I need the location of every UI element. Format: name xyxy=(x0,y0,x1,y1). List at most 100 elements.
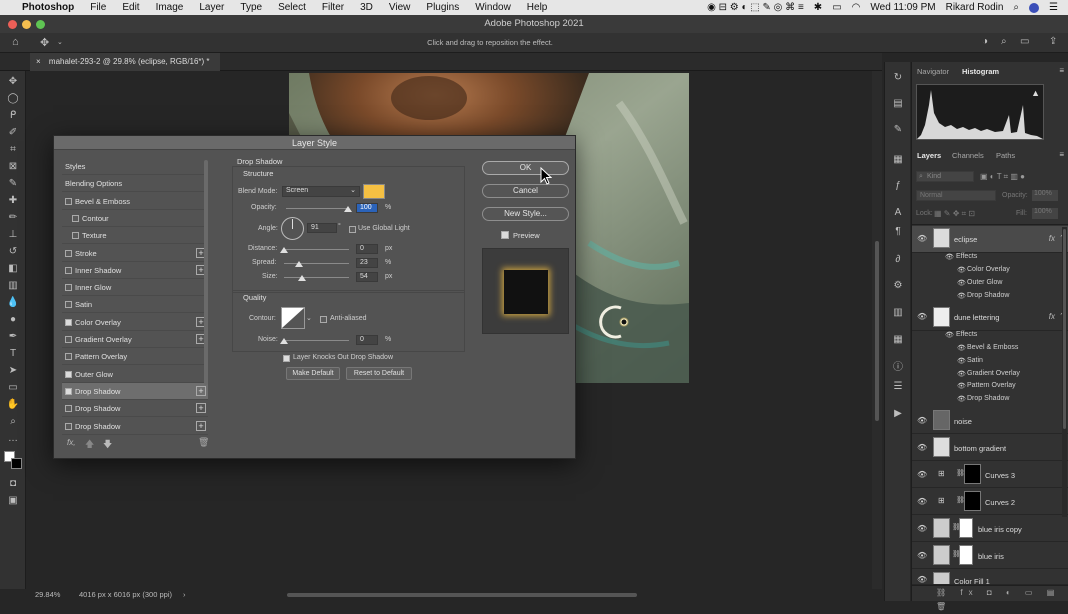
size-slider-knob[interactable] xyxy=(298,275,306,281)
style-item[interactable]: Bevel & Emboss xyxy=(62,193,208,210)
effects-group[interactable]: 👁 Effects xyxy=(912,331,1068,343)
tab-layers[interactable]: Layers xyxy=(917,151,941,160)
contour-picker[interactable] xyxy=(281,307,305,329)
dialog-title[interactable]: Layer Style xyxy=(54,136,575,150)
workspace-icon[interactable]: ▭ xyxy=(1020,36,1029,47)
document-tab[interactable]: × mahalet-293-2 @ 29.8% (eclipse, RGB/16… xyxy=(30,53,220,71)
style-item[interactable]: Satin xyxy=(62,296,208,314)
chevron-right-icon[interactable]: › xyxy=(183,589,186,601)
layer-curves-2[interactable]: 👁 ⊞ ⛓ Curves 2 xyxy=(912,488,1068,515)
layer-filter-icons[interactable]: ▣ ◐ T ⌗ ▥ ● xyxy=(980,172,1025,182)
layer-color-fill-1[interactable]: 👁 Color Fill 1 xyxy=(912,569,1068,585)
menu-select[interactable]: Select xyxy=(278,2,306,13)
effect-row[interactable]: 👁 Color Overlay xyxy=(912,266,1068,278)
noise-slider[interactable] xyxy=(284,340,349,341)
clone-stamp-tool-icon[interactable]: ⊥ xyxy=(6,229,20,241)
blend-mode-select[interactable]: Screen ⌄ xyxy=(282,186,360,197)
distance-slider-knob[interactable] xyxy=(280,247,288,253)
close-tab-icon[interactable]: × xyxy=(36,57,41,66)
share-icon[interactable]: ⇪ xyxy=(1049,36,1057,47)
pen-tool-icon[interactable]: ✒ xyxy=(6,331,20,343)
menu-window[interactable]: Window xyxy=(475,2,511,13)
effect-row[interactable]: 👁 Drop Shadow xyxy=(912,292,1068,304)
more-tools-icon[interactable]: … xyxy=(6,433,20,445)
marquee-tool-icon[interactable]: ◯ xyxy=(6,93,20,105)
style-item[interactable]: Color Overlay + xyxy=(62,314,208,331)
user-icon[interactable]: ◑ xyxy=(982,36,988,47)
make-default-button[interactable]: Make Default xyxy=(286,367,340,380)
channels-panel-icon[interactable]: ▦ xyxy=(891,154,905,166)
angle-dial[interactable] xyxy=(281,217,304,240)
crop-tool-icon[interactable]: ⌗ xyxy=(6,144,20,156)
glyphs-panel-icon[interactable]: ∂ xyxy=(891,254,905,266)
style-item[interactable]: Pattern Overlay xyxy=(62,348,208,366)
layers-scrollbar[interactable] xyxy=(1062,227,1067,517)
visibility-eye-icon[interactable]: 👁 xyxy=(917,497,927,507)
zoom-tool-icon[interactable]: ⌕ xyxy=(6,416,20,428)
quick-select-tool-icon[interactable]: ✐ xyxy=(6,127,20,139)
ok-button[interactable]: OK xyxy=(482,161,569,175)
control-center-icon[interactable]: ☰ xyxy=(1049,2,1058,13)
fx-menu-button[interactable]: fx, xyxy=(67,438,75,447)
paragraph-panel-icon[interactable]: ¶ xyxy=(891,226,905,238)
history-brush-tool-icon[interactable]: ↺ xyxy=(6,246,20,258)
style-item[interactable]: Gradient Overlay + xyxy=(62,331,208,348)
minimize-window-button[interactable] xyxy=(22,20,31,29)
menu-help[interactable]: Help xyxy=(527,2,548,13)
visibility-eye-icon[interactable]: 👁 xyxy=(917,443,927,453)
menu-edit[interactable]: Edit xyxy=(122,2,139,13)
status-icons[interactable]: ◉ ⊟ ⚙ ◐ ⬚ ✎ ◎ ⌘ ≡ xyxy=(707,2,804,13)
style-checkbox[interactable] xyxy=(65,422,72,430)
horizontal-scrollbar[interactable] xyxy=(287,593,637,597)
layer-filter-input[interactable]: ⌕ Kind xyxy=(916,171,974,182)
visibility-eye-icon[interactable]: 👁 xyxy=(917,470,927,480)
preview-checkbox[interactable] xyxy=(501,231,509,239)
style-checkbox[interactable] xyxy=(65,266,72,274)
style-checkbox[interactable] xyxy=(65,405,72,413)
contour-chevron-down-icon[interactable]: ⌄ xyxy=(306,314,312,322)
effect-row[interactable]: 👁 Satin xyxy=(912,357,1068,369)
style-checkbox[interactable] xyxy=(72,214,79,222)
style-item[interactable]: Contour xyxy=(62,210,208,227)
effect-row[interactable]: 👁 Outer Glow xyxy=(912,279,1068,291)
layer-bottom-gradient[interactable]: 👁 bottom gradient xyxy=(912,434,1068,461)
cancel-button[interactable]: Cancel xyxy=(482,184,569,198)
layer-curves-3[interactable]: 👁 ⊞ ⛓ Curves 3 xyxy=(912,461,1068,488)
anti-aliased-checkbox[interactable] xyxy=(320,316,327,323)
add-style-icon[interactable]: + xyxy=(196,420,206,431)
style-checkbox[interactable] xyxy=(65,370,72,378)
spread-slider-knob[interactable] xyxy=(295,261,303,267)
menu-view[interactable]: View xyxy=(389,2,411,13)
avatar[interactable] xyxy=(1029,2,1040,13)
style-item[interactable]: Inner Glow xyxy=(62,279,208,297)
move-up-icon[interactable]: 🡅 xyxy=(85,437,94,453)
size-slider[interactable] xyxy=(284,277,349,278)
opacity-field[interactable]: 100 xyxy=(356,203,378,213)
tab-channels[interactable]: Channels xyxy=(952,151,984,160)
character-panel-icon[interactable]: A xyxy=(891,207,905,219)
screen-mode-icon[interactable]: ▣ xyxy=(6,495,20,507)
visibility-eye-icon[interactable]: 👁 xyxy=(917,551,927,561)
frame-tool-icon[interactable]: ⊠ xyxy=(6,161,20,173)
style-checkbox[interactable] xyxy=(72,232,79,240)
battery-icon[interactable]: ▭ xyxy=(832,2,841,13)
style-checkbox[interactable] xyxy=(65,301,72,309)
layer-eclipse[interactable]: 👁 eclipse fx ⌃ xyxy=(912,226,1068,253)
style-item[interactable]: Blending Options xyxy=(62,175,208,193)
grid-panel-icon[interactable]: ▦ xyxy=(891,334,905,346)
menu-layer[interactable]: Layer xyxy=(199,2,224,13)
layer-noise[interactable]: 👁 noise xyxy=(912,407,1068,434)
style-item[interactable]: Drop Shadow + xyxy=(62,400,208,418)
move-down-icon[interactable]: 🡇 xyxy=(103,437,112,453)
style-item[interactable]: Inner Shadow + xyxy=(62,262,208,279)
effect-row[interactable]: 👁 Gradient Overlay xyxy=(912,370,1068,382)
tab-paths[interactable]: Paths xyxy=(996,151,1015,160)
trash-icon[interactable]: 🗑 xyxy=(198,437,209,448)
canvas-vertical-scrollbar[interactable] xyxy=(872,71,882,589)
zoom-level[interactable]: 29.84% xyxy=(35,589,60,601)
eraser-tool-icon[interactable]: ◧ xyxy=(6,263,20,275)
warning-icon[interactable]: ▲ xyxy=(1031,88,1040,98)
menu-image[interactable]: Image xyxy=(156,2,184,13)
play-icon[interactable]: ▶ xyxy=(891,408,905,420)
wifi-icon[interactable]: ◠ xyxy=(852,2,861,13)
